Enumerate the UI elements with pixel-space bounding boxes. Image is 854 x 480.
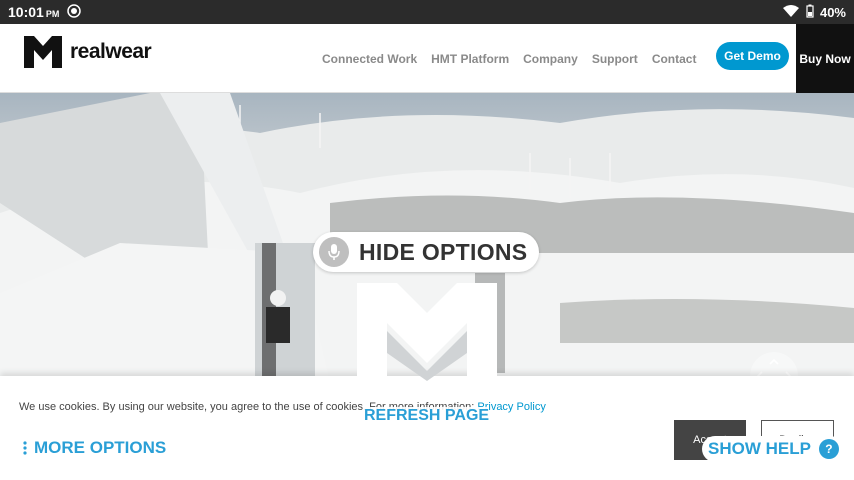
- more-options-button[interactable]: MORE OPTIONS: [22, 438, 166, 458]
- battery-icon: [806, 4, 814, 21]
- clock: 10:01 PM: [8, 4, 60, 20]
- realwear-logo[interactable]: realwear: [22, 34, 152, 70]
- show-help-button[interactable]: SHOW HELP ?: [702, 436, 843, 462]
- hide-options-button[interactable]: HIDE OPTIONS: [313, 232, 539, 272]
- help-icon: ?: [818, 439, 839, 459]
- nav-contact[interactable]: Contact: [652, 52, 697, 66]
- wifi-icon: [782, 4, 800, 21]
- nav-support[interactable]: Support: [592, 52, 638, 66]
- battery-percent: 40%: [819, 4, 846, 20]
- realwear-loading-logo-icon: [357, 283, 497, 381]
- refresh-page-command[interactable]: REFRESH PAGE: [364, 407, 490, 425]
- cookie-banner: We use cookies. By using our website, yo…: [0, 376, 854, 480]
- record-icon: [67, 3, 82, 21]
- browser-screen: 10:01 PM 40% realwear Connected Work HMT…: [0, 0, 854, 480]
- status-bar: 10:01 PM 40%: [0, 0, 854, 24]
- nav-connected-work[interactable]: Connected Work: [322, 52, 417, 66]
- hide-options-label: HIDE OPTIONS: [359, 238, 528, 265]
- get-demo-button[interactable]: Get Demo: [716, 42, 789, 70]
- vertical-dots-icon: [23, 441, 27, 455]
- nav-company[interactable]: Company: [523, 52, 578, 66]
- realwear-logo-mark-icon: [24, 36, 62, 68]
- nav-hmt-platform[interactable]: HMT Platform: [431, 52, 509, 66]
- site-header: realwear Connected Work HMT Platform Com…: [0, 24, 854, 93]
- buy-now-button[interactable]: Buy Now: [796, 24, 854, 93]
- main-nav: Connected Work HMT Platform Company Supp…: [322, 24, 696, 93]
- microphone-icon: [319, 237, 349, 267]
